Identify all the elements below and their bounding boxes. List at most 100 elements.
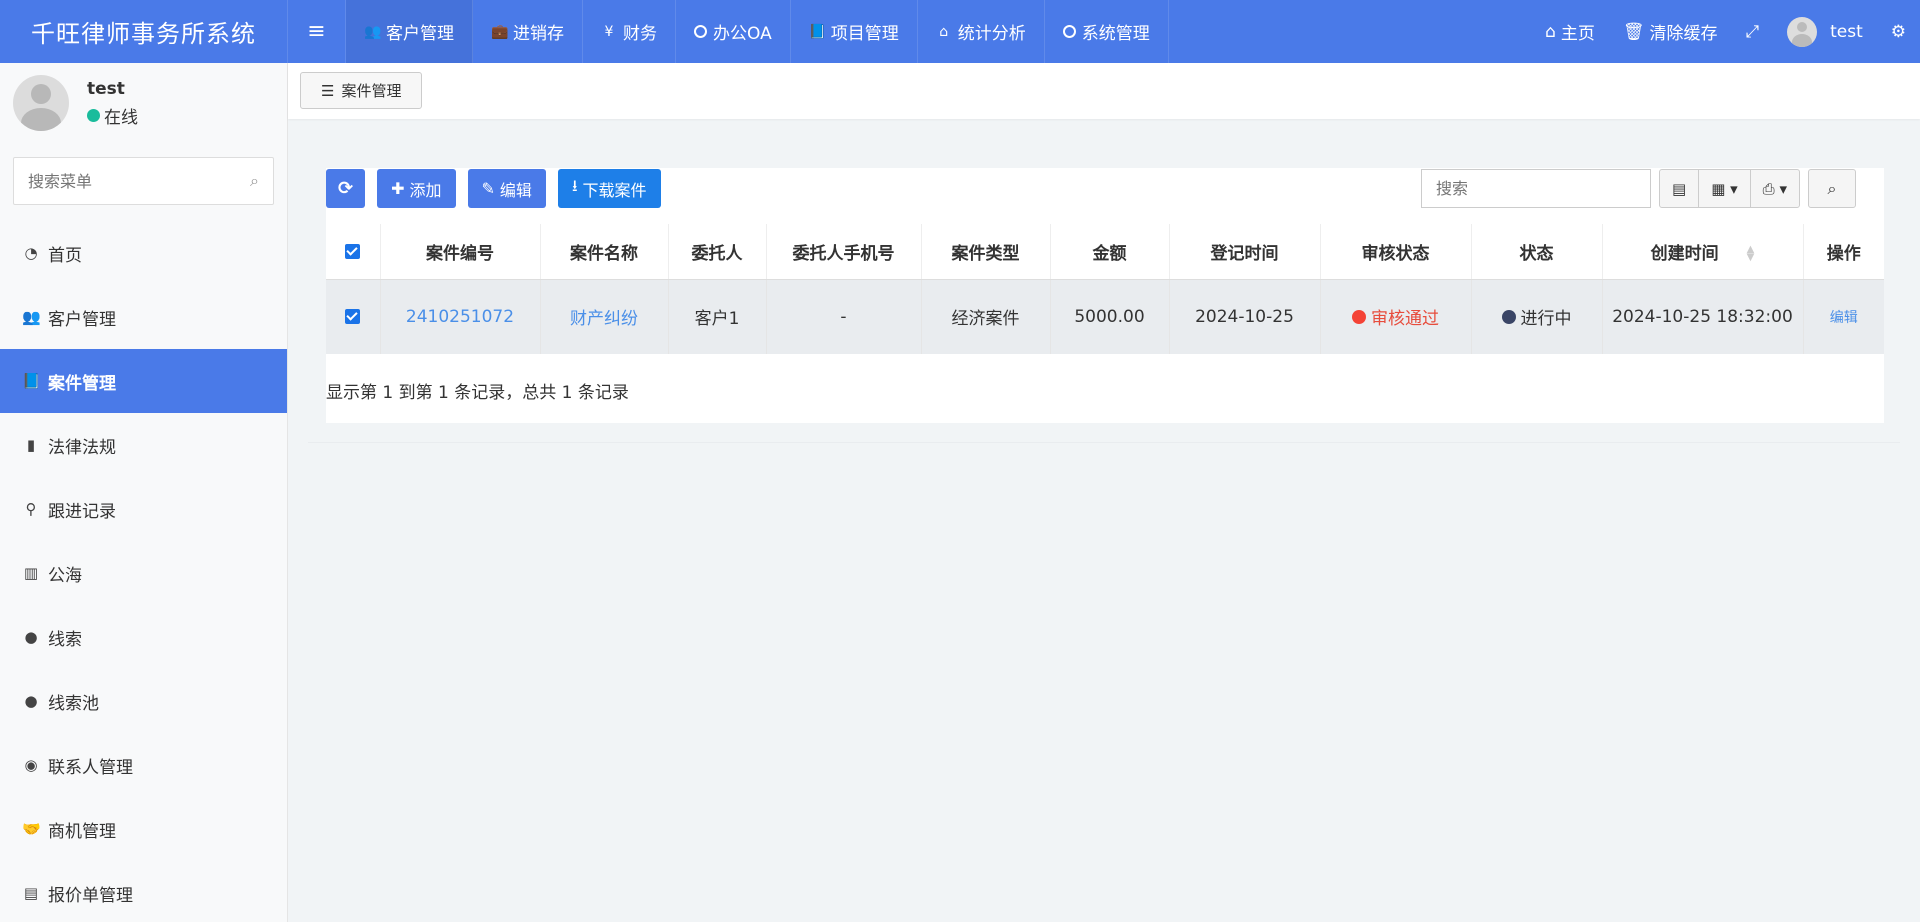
pagination-info: 显示第 1 到第 1 条记录，总共 1 条记录 — [326, 383, 629, 403]
table-toolbar: ⟳ ✚ 添加 ✎ 编辑 ⭳ 下载案件 — [326, 169, 661, 208]
user-icon: ● — [24, 692, 38, 710]
col-actions: 操作 — [1803, 224, 1884, 280]
menu-toggle-button[interactable]: ≡ — [288, 0, 346, 63]
top-nav: 👥 客户管理 💼 进销存 ¥ 财务 办公OA 📘 项目管理 ⌂ 统计分析 系统管理 — [346, 0, 1169, 63]
online-dot-icon — [87, 108, 100, 122]
book-icon: 📘 — [22, 372, 41, 390]
list-icon: ☰ — [321, 81, 335, 100]
status-badge: 进行中 — [1501, 304, 1572, 329]
fullscreen-button[interactable]: ⤢ — [1731, 0, 1773, 63]
sidebar-item-cases[interactable]: 📘 案件管理 — [0, 349, 287, 413]
tab-case-management[interactable]: ☰ 案件管理 — [300, 72, 423, 109]
nav-item-stats[interactable]: ⌂ 统计分析 — [918, 0, 1045, 63]
col-client[interactable]: 委托人 — [668, 224, 767, 280]
user-panel: test 在线 — [0, 63, 287, 143]
row-checkbox[interactable] — [326, 279, 381, 354]
nav-item-inventory[interactable]: 💼 进销存 — [473, 0, 583, 63]
col-case-name[interactable]: 案件名称 — [540, 224, 669, 280]
col-case-no[interactable]: 案件编号 — [380, 224, 541, 280]
menu-search: ⌕ — [13, 157, 274, 205]
dashboard-icon: ◔ — [24, 244, 38, 262]
col-created-at[interactable]: 创建时间 ▲ ▼ — [1602, 224, 1804, 280]
brand-title[interactable]: 千旺律师事务所系统 — [0, 0, 288, 63]
clear-cache-button[interactable]: 🗑 清除缓存 — [1609, 0, 1732, 63]
home-icon: ⌂ — [939, 23, 949, 40]
sidebar-item-lead-pool[interactable]: ● 线索池 — [0, 669, 287, 733]
settings-button[interactable]: ⚙ — [1877, 0, 1920, 63]
top-right-tools: ⌂ 主页 🗑 清除缓存 ⤢ test ⚙ — [1531, 0, 1920, 63]
online-status: 在线 — [87, 103, 138, 128]
select-all-checkbox[interactable] — [326, 224, 381, 280]
nav-item-oa[interactable]: 办公OA — [676, 0, 791, 63]
col-register-date[interactable]: 登记时间 — [1169, 224, 1321, 280]
tab-bar: ☰ 案件管理 — [288, 63, 1920, 119]
checkbox-checked-icon — [345, 309, 361, 325]
edit-row-link[interactable]: 编辑 — [1830, 310, 1858, 326]
download-icon: ⭳ — [571, 176, 578, 195]
columns-button[interactable]: ▦ ▾ — [1699, 170, 1751, 207]
status-dot-icon — [1352, 309, 1366, 324]
menu-search-input[interactable] — [28, 171, 251, 191]
case-name-link[interactable]: 财产纠纷 — [570, 309, 638, 329]
sidebar-item-followups[interactable]: ⚲ 跟进记录 — [0, 477, 287, 541]
top-navbar: 千旺律师事务所系统 ≡ 👥 客户管理 💼 进销存 ¥ 财务 办公OA 📘 项目管理 ⌂ 统… — [0, 0, 1920, 63]
case-no-link[interactable]: 2410251072 — [406, 307, 514, 327]
table-search-input[interactable] — [1436, 179, 1636, 198]
sidebar-item-customers[interactable]: 👥 客户管理 — [0, 285, 287, 349]
audit-status-cell: 审核通过 — [1320, 279, 1472, 354]
briefcase-icon: 💼 — [491, 23, 509, 40]
table-view-controls: ▤ ▦ ▾ ⎙ ▾ — [1659, 169, 1800, 208]
refresh-button[interactable]: ⟳ — [326, 169, 366, 208]
case-no-cell[interactable]: 2410251072 — [380, 279, 541, 354]
circle-icon — [1062, 25, 1076, 38]
status-badge: 审核通过 — [1352, 304, 1439, 329]
sidebar-item-opportunities[interactable]: 🤝 商机管理 — [0, 797, 287, 861]
col-audit-status[interactable]: 审核状态 — [1320, 224, 1472, 280]
expand-icon: ⤢ — [1745, 21, 1760, 42]
law-icon: ▮ — [26, 436, 36, 454]
sidebar-item-laws[interactable]: ▮ 法律法规 — [0, 413, 287, 477]
user-menu[interactable]: test — [1773, 0, 1877, 63]
col-status[interactable]: 状态 — [1471, 224, 1603, 280]
col-case-type[interactable]: 案件类型 — [921, 224, 1051, 280]
nav-item-system[interactable]: 系统管理 — [1045, 0, 1169, 63]
case-name-cell[interactable]: 财产纠纷 — [540, 279, 669, 354]
circle-icon — [694, 25, 707, 38]
search-icon[interactable]: ⌕ — [250, 171, 259, 191]
book-icon: 📘 — [808, 23, 827, 40]
nav-item-finance[interactable]: ¥ 财务 — [583, 0, 676, 63]
table-search — [1421, 169, 1651, 208]
trash-icon: 🗑 — [1622, 21, 1645, 42]
toggle-view-button[interactable]: ▤ — [1660, 170, 1700, 207]
nav-item-project[interactable]: 📘 项目管理 — [791, 0, 918, 63]
sidebar-item-public-pool[interactable]: ▥ 公海 — [0, 541, 287, 605]
sidebar-username: test — [87, 78, 125, 99]
file-icon: ▤ — [23, 884, 39, 902]
gears-icon: ⚙ — [1890, 21, 1906, 42]
sidebar-item-home[interactable]: ◔ 首页 — [0, 221, 287, 285]
export-button[interactable]: ⎙ ▾ — [1751, 170, 1799, 207]
sidebar-item-contacts[interactable]: ◉ 联系人管理 — [0, 733, 287, 797]
sidebar-item-quotes[interactable]: ▤ 报价单管理 — [0, 861, 287, 922]
pencil-icon: ✎ — [481, 179, 495, 198]
col-amount[interactable]: 金额 — [1050, 224, 1170, 280]
edit-button[interactable]: ✎ 编辑 — [467, 169, 546, 208]
table-row[interactable]: 2410251072 财产纠纷 客户1 - 经济案件 5000.00 2024-… — [326, 279, 1884, 354]
col-client-phone[interactable]: 委托人手机号 — [766, 224, 922, 280]
sort-icon: ▲ ▼ — [1746, 243, 1755, 263]
users-icon: 👥 — [22, 308, 41, 326]
client-cell: 客户1 — [668, 279, 767, 354]
home-link[interactable]: ⌂ 主页 — [1531, 0, 1609, 63]
hamburger-icon: ≡ — [307, 19, 326, 44]
download-cases-button[interactable]: ⭳ 下载案件 — [557, 169, 661, 208]
created-at-cell: 2024-10-25 18:32:00 — [1602, 279, 1804, 354]
table-right-tools: ▤ ▦ ▾ ⎙ ▾ ⌕ — [1421, 169, 1856, 208]
nav-item-customer[interactable]: 👥 客户管理 — [346, 0, 473, 63]
case-table: 案件编号 案件名称 委托人 委托人手机号 案件类型 金额 登记时间 审核状态 状… — [326, 224, 1884, 354]
follow-icon: ⚲ — [25, 500, 37, 518]
users-icon: 👥 — [364, 23, 382, 40]
add-button[interactable]: ✚ 添加 — [377, 169, 456, 208]
advanced-search-button[interactable]: ⌕ — [1807, 169, 1856, 208]
search-icon: ⌕ — [1827, 178, 1837, 198]
sidebar-item-leads[interactable]: ● 线索 — [0, 605, 287, 669]
